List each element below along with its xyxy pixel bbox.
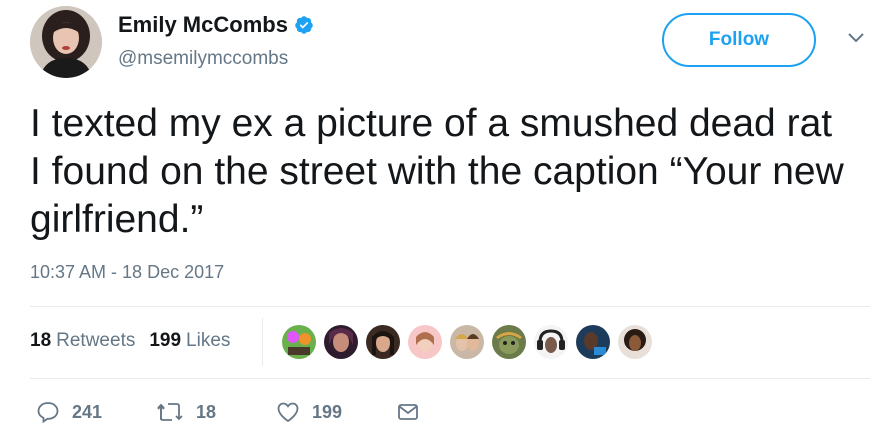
retweets-label: Retweets [56,330,136,351]
reply-button[interactable]: 241 [36,400,102,424]
user-handle[interactable]: @msemilymccombs [118,48,288,70]
envelope-icon [398,404,418,420]
retweet-button[interactable]: 18 [156,400,216,424]
liker-avatar[interactable] [532,323,570,361]
tweet-stats: 18 Retweets 199 Likes [30,330,244,352]
display-name[interactable]: Emily McCombs [118,12,288,38]
retweet-icon [157,403,183,421]
reply-count: 241 [72,401,103,422]
liker-avatar[interactable] [490,323,528,361]
like-button[interactable]: 199 [276,400,342,424]
divider [30,306,870,307]
avatar-image [30,6,102,78]
liker-avatar[interactable] [616,323,654,361]
verified-badge-icon [294,15,314,35]
liker-avatar[interactable] [574,323,612,361]
tweet-text: I texted my ex a picture of a smushed de… [30,102,844,241]
avatar[interactable] [30,6,102,78]
tweet-timestamp[interactable]: 10:37 AM - 18 Dec 2017 [30,262,224,283]
stats-separator [262,318,263,366]
like-count: 199 [312,401,343,422]
chevron-down-icon[interactable] [844,28,868,48]
liker-avatar[interactable] [280,323,318,361]
direct-message-button[interactable] [396,400,432,424]
likes-label: Likes [186,330,231,351]
heart-icon [277,402,299,423]
liker-avatar[interactable] [322,323,360,361]
liker-avatar[interactable] [364,323,402,361]
retweet-count: 18 [196,401,217,422]
likes-stat[interactable]: 199 Likes [149,330,230,352]
liker-avatar[interactable] [448,323,486,361]
follow-button[interactable]: Follow [662,13,816,67]
reply-icon [37,402,59,424]
retweets-count: 18 [30,330,52,351]
liker-avatar[interactable] [406,323,444,361]
retweets-stat[interactable]: 18 Retweets [30,330,135,352]
author-name-row: Emily McCombs [118,12,314,38]
divider [30,378,870,379]
likes-count: 199 [149,330,182,351]
